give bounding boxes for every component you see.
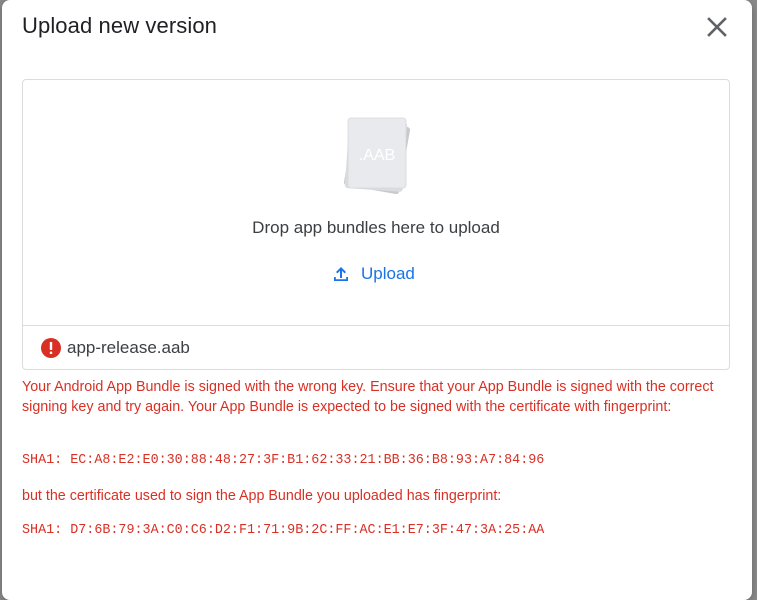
- file-row: app-release.aab: [23, 326, 729, 370]
- drop-area[interactable]: .AAB Drop app bundles here to upload Upl…: [23, 80, 729, 326]
- upload-button[interactable]: Upload: [331, 262, 415, 286]
- aab-file-icon: .AAB: [343, 117, 410, 195]
- upload-label: Upload: [361, 264, 415, 283]
- error-message: Your Android App Bundle is signed with t…: [22, 379, 714, 415]
- upload-icon: [334, 267, 348, 281]
- error-icon: [41, 338, 61, 358]
- expected-fingerprint: SHA1: EC:A8:E2:E0:30:88:48:27:3F:B1:62:3…: [22, 453, 545, 468]
- file-badge-text: .AAB: [359, 147, 395, 164]
- drop-zone[interactable]: .AAB Drop app bundles here to upload Upl…: [22, 79, 730, 370]
- close-icon: [707, 17, 727, 37]
- close-button[interactable]: [704, 14, 730, 40]
- upload-dialog: Upload new version .AAB Drop app bundles…: [2, 0, 752, 600]
- file-name: app-release.aab: [67, 338, 190, 357]
- error-message-2: but the certificate used to sign the App…: [22, 488, 502, 504]
- dialog-title: Upload new version: [22, 13, 218, 38]
- actual-fingerprint: SHA1: D7:6B:79:3A:C0:C6:D2:F1:71:9B:2C:F…: [22, 523, 545, 538]
- drop-instructions: Drop app bundles here to upload: [252, 218, 500, 237]
- error-message-block: Your Android App Bundle is signed with t…: [22, 377, 737, 538]
